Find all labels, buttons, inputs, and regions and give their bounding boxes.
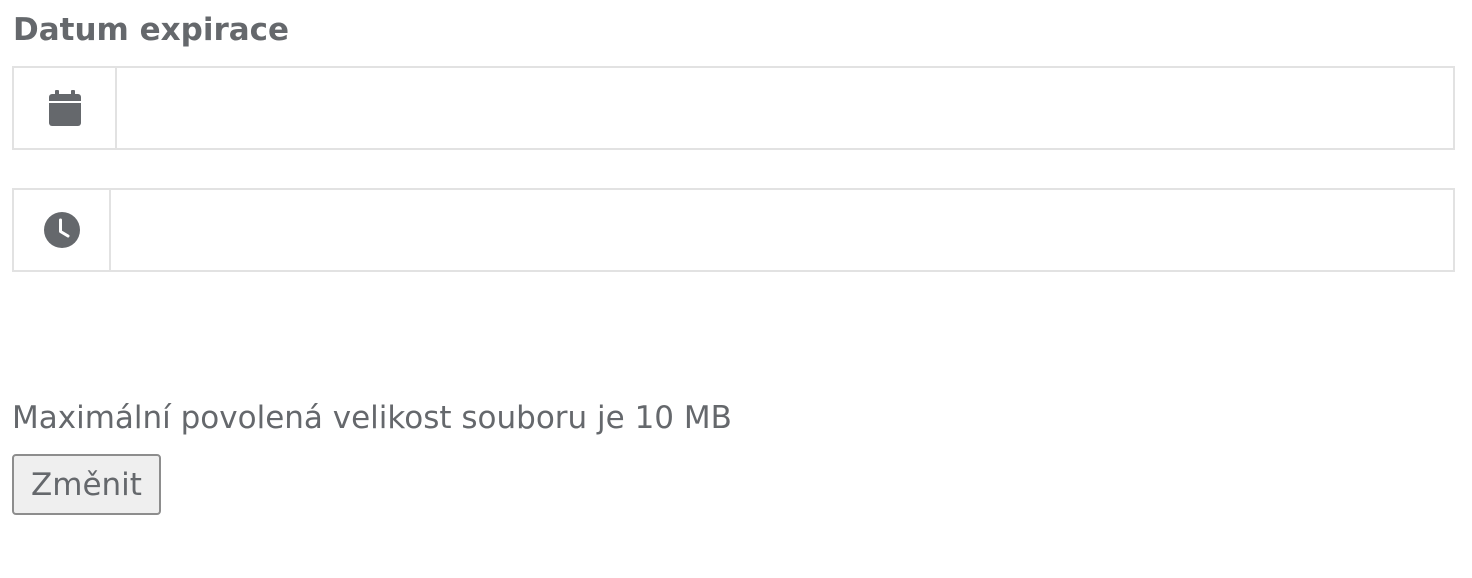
- change-button[interactable]: Změnit: [12, 454, 161, 515]
- expiration-date-label: Datum expirace: [13, 12, 290, 48]
- expiration-time-input[interactable]: [111, 190, 1453, 270]
- calendar-icon-svg: [48, 90, 81, 126]
- clock-icon-svg: [43, 212, 80, 248]
- expiration-time-group: [12, 188, 1455, 272]
- expiration-date-input[interactable]: [117, 68, 1453, 148]
- expiration-date-group: [12, 66, 1455, 150]
- clock-icon[interactable]: [14, 190, 111, 270]
- calendar-icon[interactable]: [14, 68, 117, 148]
- max-file-size-note: Maximální povolená velikost souboru je 1…: [12, 400, 732, 436]
